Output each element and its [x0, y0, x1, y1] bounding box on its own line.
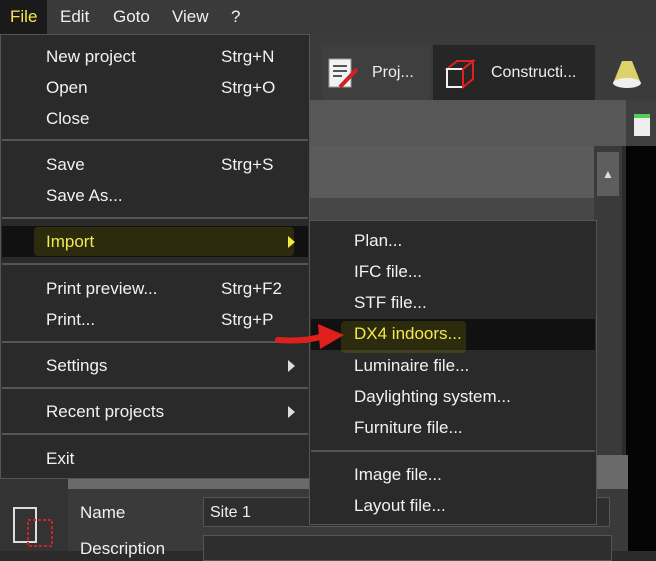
scroll-up-icon[interactable]: ▲: [597, 152, 619, 196]
name-label: Name: [80, 503, 126, 522]
menu-item-exit[interactable]: Exit: [2, 443, 308, 474]
menu-goto[interactable]: Goto: [103, 0, 160, 34]
menu-item-shortcut: Strg+F2: [221, 279, 282, 298]
panel-header: [310, 100, 656, 146]
description-field[interactable]: [203, 535, 612, 561]
import-submenu: Plan... IFC file... STF file... DX4 indo…: [309, 220, 597, 525]
menu-separator: [2, 139, 308, 141]
menu-item-save-as[interactable]: Save As...: [2, 180, 308, 211]
menu-item-label: Save: [46, 155, 85, 174]
menu-edit[interactable]: Edit: [50, 0, 99, 34]
menu-separator: [2, 433, 308, 435]
menu-item-label: Import: [46, 232, 95, 251]
menu-item-label: Print preview...: [46, 279, 158, 298]
menu-item-label: Save As...: [46, 186, 123, 205]
submenu-item-daylighting[interactable]: Daylighting system...: [311, 382, 595, 413]
menu-item-shortcut: Strg+O: [221, 78, 276, 97]
submenu-item-label: Plan...: [354, 231, 403, 250]
menu-separator: [2, 263, 308, 265]
submenu-item-plan[interactable]: Plan...: [311, 226, 595, 257]
menu-item-print-preview[interactable]: Print preview... Strg+F2: [2, 273, 308, 304]
submenu-item-image[interactable]: Image file...: [311, 460, 595, 491]
submenu-item-label: Layout file...: [354, 496, 446, 515]
submenu-arrow-icon: [288, 406, 295, 418]
menu-view[interactable]: View: [162, 0, 219, 34]
menu-item-new-project[interactable]: New project Strg+N: [2, 41, 308, 72]
menu-separator: [2, 341, 308, 343]
layout-icon[interactable]: [12, 506, 54, 548]
submenu-item-label: Luminaire file...: [354, 356, 470, 375]
menu-item-print[interactable]: Print... Strg+P: [2, 304, 308, 335]
menu-item-open[interactable]: Open Strg+O: [2, 72, 308, 103]
panel-row: [310, 146, 594, 198]
construction-cube-icon: [444, 58, 476, 90]
menu-item-label: Exit: [46, 449, 75, 468]
menu-file[interactable]: File: [0, 0, 48, 34]
red-pointer-arrow-icon: [275, 324, 344, 349]
menu-bar: File Edit Goto View ?: [0, 0, 656, 34]
menu-item-label: Close: [46, 109, 90, 128]
submenu-arrow-icon: [288, 236, 295, 248]
submenu-item-luminaire[interactable]: Luminaire file...: [311, 351, 595, 382]
tab-project-label: Proj...: [372, 64, 414, 81]
menu-item-label: Print...: [46, 310, 96, 329]
submenu-item-label: Furniture file...: [354, 418, 463, 437]
submenu-item-label: Image file...: [354, 465, 442, 484]
menu-item-label: Open: [46, 78, 88, 97]
menu-item-label: New project: [46, 47, 136, 66]
submenu-item-label: STF file...: [354, 293, 427, 312]
lamp-icon: [613, 61, 641, 88]
submenu-item-ifc[interactable]: IFC file...: [311, 257, 595, 288]
submenu-item-furniture[interactable]: Furniture file...: [311, 413, 595, 444]
menu-item-recent-projects[interactable]: Recent projects: [2, 396, 308, 427]
menu-item-shortcut: Strg+S: [221, 155, 274, 174]
menu-item-close[interactable]: Close: [2, 103, 308, 134]
menu-item-settings[interactable]: Settings: [2, 350, 308, 381]
tab-construction[interactable]: Constructi...: [433, 45, 595, 101]
submenu-item-stf[interactable]: STF file...: [311, 288, 595, 319]
tab-light[interactable]: [600, 45, 656, 101]
menu-item-shortcut: Strg+P: [221, 310, 274, 329]
floor-icon: [634, 114, 650, 136]
menu-item-label: Recent projects: [46, 402, 165, 421]
menu-separator: [2, 387, 308, 389]
submenu-item-label: IFC file...: [354, 262, 423, 281]
submenu-arrow-icon: [288, 360, 295, 372]
submenu-item-dx4[interactable]: DX4 indoors...: [311, 319, 595, 353]
menu-item-import[interactable]: Import: [2, 226, 308, 257]
tab-construction-label: Constructi...: [491, 64, 577, 81]
file-menu: New project Strg+N Open Strg+O Close Sav…: [0, 34, 310, 479]
viewport-header: [626, 100, 656, 146]
menu-separator: [2, 217, 308, 219]
submenu-item-layout[interactable]: Layout file...: [311, 491, 595, 522]
tab-project[interactable]: Proj...: [322, 45, 430, 101]
menu-help[interactable]: ?: [221, 0, 250, 34]
project-doc-icon: [328, 58, 359, 89]
menu-item-label: Settings: [46, 356, 108, 375]
submenu-item-label: Daylighting system...: [354, 387, 511, 406]
menu-item-save[interactable]: Save Strg+S: [2, 149, 308, 180]
menu-separator: [311, 450, 595, 452]
submenu-item-label: DX4 indoors...: [354, 324, 462, 343]
menu-item-shortcut: Strg+N: [221, 47, 275, 66]
description-label: Description: [80, 539, 166, 558]
viewport-dark: [626, 100, 656, 551]
